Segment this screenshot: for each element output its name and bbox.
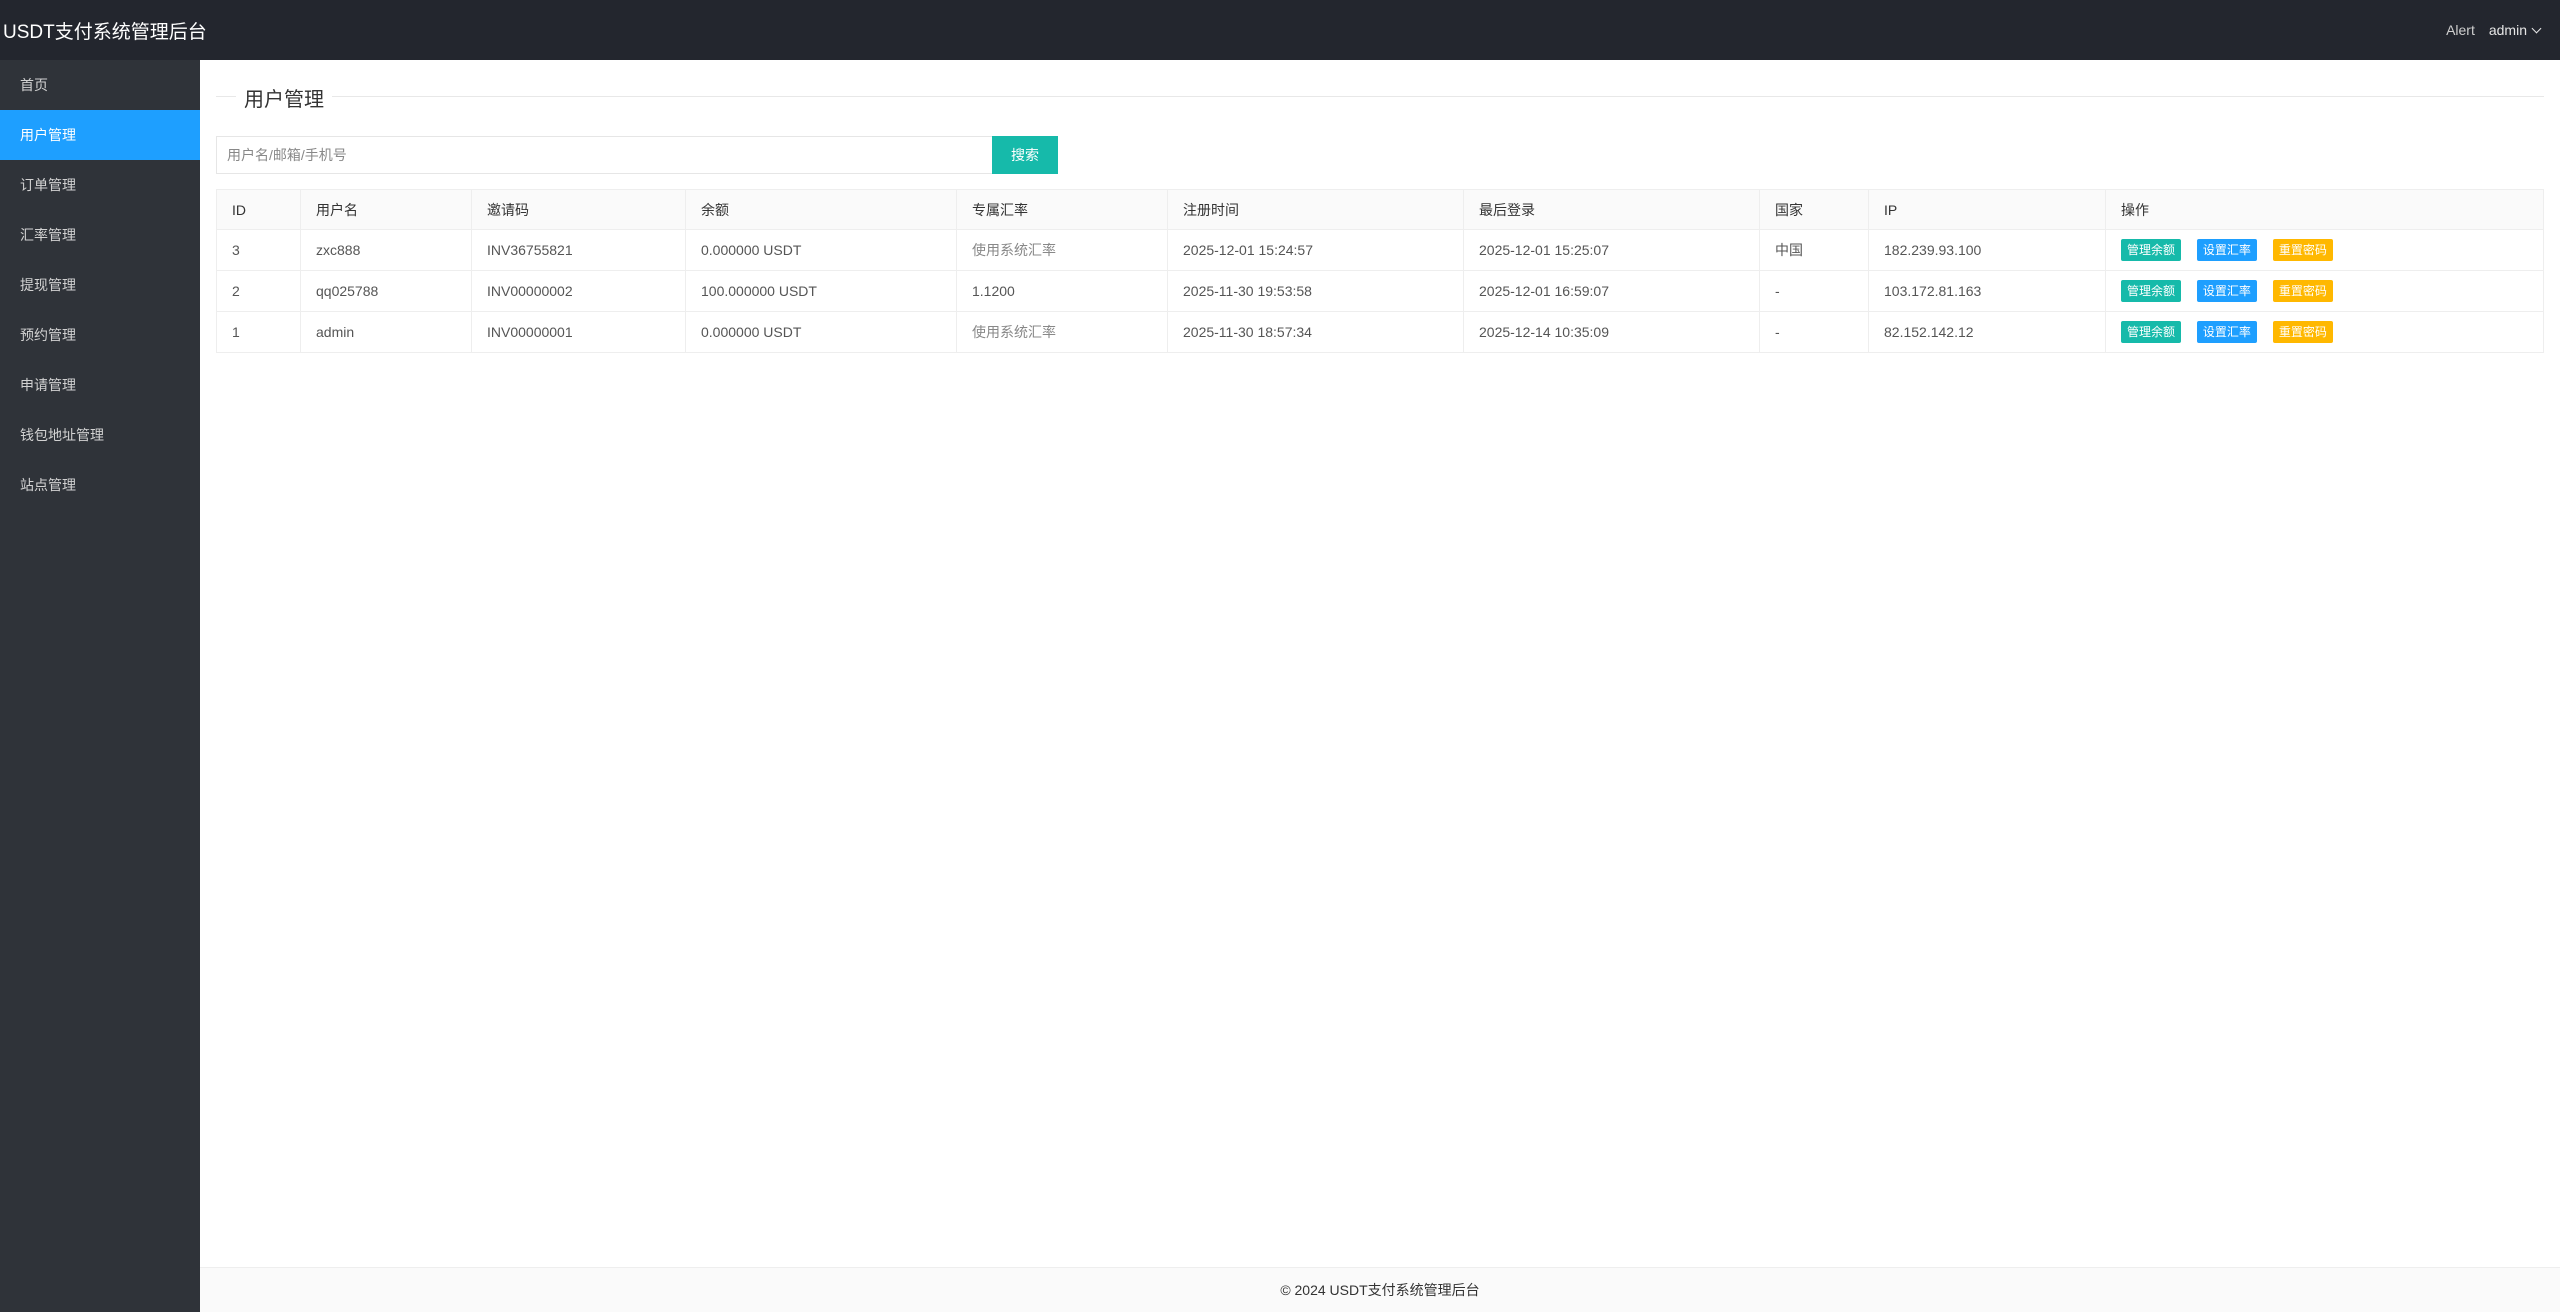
top-header: USDT支付系统管理后台 Alert admin — [0, 0, 2560, 60]
column-header-id: ID — [216, 189, 301, 230]
cell-ip: 103.172.81.163 — [1868, 270, 2106, 312]
set-rate-button[interactable]: 设置汇率 — [2196, 321, 2257, 343]
sidebar-item-reservations[interactable]: 预约管理 — [0, 310, 200, 360]
cell-username: zxc888 — [300, 229, 472, 271]
reset-password-button[interactable]: 重置密码 — [2272, 280, 2333, 302]
cell-exclusive-rate: 1.1200 — [956, 270, 1168, 312]
cell-invite-code: INV00000002 — [471, 270, 686, 312]
chevron-down-icon — [2531, 23, 2542, 33]
sidebar-item-users[interactable]: 用户管理 — [0, 110, 200, 160]
sidebar-item-home[interactable]: 首页 — [0, 60, 200, 110]
sidebar-item-orders[interactable]: 订单管理 — [0, 160, 200, 210]
cell-invite-code: INV36755821 — [471, 229, 686, 271]
column-header-last-login: 最后登录 — [1463, 189, 1760, 230]
cell-country: - — [1759, 311, 1869, 353]
cell-actions: 管理余额 设置汇率 重置密码 — [2105, 270, 2544, 312]
column-header-balance: 余额 — [685, 189, 957, 230]
cell-last-login: 2025-12-01 15:25:07 — [1463, 229, 1760, 271]
column-header-invite-code: 邀请码 — [471, 189, 686, 230]
manage-balance-button[interactable]: 管理余额 — [2121, 239, 2182, 261]
username: admin — [2488, 22, 2527, 38]
cell-id: 1 — [216, 311, 301, 353]
section-divider: 用户管理 — [216, 83, 2544, 112]
cell-balance: 0.000000 USDT — [685, 311, 957, 353]
cell-id: 3 — [216, 229, 301, 271]
column-header-actions: 操作 — [2105, 189, 2544, 230]
users-table: ID 用户名 邀请码 余额 专属汇率 注册时间 最后登录 国家 IP 操作 3 … — [216, 189, 2544, 353]
sidebar-item-rates[interactable]: 汇率管理 — [0, 210, 200, 260]
table-row: 1 admin INV00000001 0.000000 USDT 使用系统汇率… — [216, 311, 2544, 353]
reset-password-button[interactable]: 重置密码 — [2272, 239, 2333, 261]
page-title: 用户管理 — [236, 83, 332, 112]
sidebar-item-withdrawals[interactable]: 提现管理 — [0, 260, 200, 310]
sidebar: 首页 用户管理 订单管理 汇率管理 提现管理 预约管理 申请管理 钱包地址管理 … — [0, 60, 200, 1312]
column-header-username: 用户名 — [300, 189, 472, 230]
reset-password-button[interactable]: 重置密码 — [2272, 321, 2333, 343]
cell-exclusive-rate: 使用系统汇率 — [956, 311, 1168, 353]
cell-country: 中国 — [1759, 229, 1869, 271]
footer-text: © 2024 USDT支付系统管理后台 — [1280, 1282, 1480, 1298]
cell-invite-code: INV00000001 — [471, 311, 686, 353]
table-header-row: ID 用户名 邀请码 余额 专属汇率 注册时间 最后登录 国家 IP 操作 — [216, 189, 2544, 230]
cell-username: qq025788 — [300, 270, 472, 312]
cell-ip: 182.239.93.100 — [1868, 229, 2106, 271]
cell-username: admin — [300, 311, 472, 353]
cell-registered: 2025-12-01 15:24:57 — [1167, 229, 1464, 271]
sidebar-item-applications[interactable]: 申请管理 — [0, 360, 200, 410]
search-bar: 搜索 — [216, 136, 1058, 174]
cell-id: 2 — [216, 270, 301, 312]
cell-actions: 管理余额 设置汇率 重置密码 — [2105, 311, 2544, 353]
cell-last-login: 2025-12-01 16:59:07 — [1463, 270, 1760, 312]
main-content: 用户管理 搜索 ID 用户名 邀请码 余额 专属汇率 注册时间 最后登录 国家 … — [200, 60, 2560, 1267]
app-title: USDT支付系统管理后台 — [3, 21, 207, 43]
cell-exclusive-rate: 使用系统汇率 — [956, 229, 1168, 271]
manage-balance-button[interactable]: 管理余额 — [2121, 280, 2182, 302]
set-rate-button[interactable]: 设置汇率 — [2196, 239, 2257, 261]
column-header-ip: IP — [1868, 189, 2106, 230]
cell-country: - — [1759, 270, 1869, 312]
column-header-exclusive-rate: 专属汇率 — [956, 189, 1168, 230]
alert-text: Alert — [2446, 22, 2475, 38]
search-input[interactable] — [216, 136, 992, 174]
sidebar-item-wallet-addresses[interactable]: 钱包地址管理 — [0, 410, 200, 460]
header-right: Alert admin — [2446, 22, 2560, 38]
table-row: 3 zxc888 INV36755821 0.000000 USDT 使用系统汇… — [216, 229, 2544, 271]
cell-balance: 100.000000 USDT — [685, 270, 957, 312]
user-menu[interactable]: admin — [2488, 22, 2542, 38]
footer: © 2024 USDT支付系统管理后台 — [200, 1267, 2560, 1312]
cell-balance: 0.000000 USDT — [685, 229, 957, 271]
set-rate-button[interactable]: 设置汇率 — [2196, 280, 2257, 302]
column-header-registered: 注册时间 — [1167, 189, 1464, 230]
search-button[interactable]: 搜索 — [992, 136, 1058, 174]
cell-ip: 82.152.142.12 — [1868, 311, 2106, 353]
cell-actions: 管理余额 设置汇率 重置密码 — [2105, 229, 2544, 271]
table-row: 2 qq025788 INV00000002 100.000000 USDT 1… — [216, 270, 2544, 312]
sidebar-item-sites[interactable]: 站点管理 — [0, 460, 200, 510]
manage-balance-button[interactable]: 管理余额 — [2121, 321, 2182, 343]
cell-registered: 2025-11-30 19:53:58 — [1167, 270, 1464, 312]
cell-registered: 2025-11-30 18:57:34 — [1167, 311, 1464, 353]
cell-last-login: 2025-12-14 10:35:09 — [1463, 311, 1760, 353]
column-header-country: 国家 — [1759, 189, 1869, 230]
